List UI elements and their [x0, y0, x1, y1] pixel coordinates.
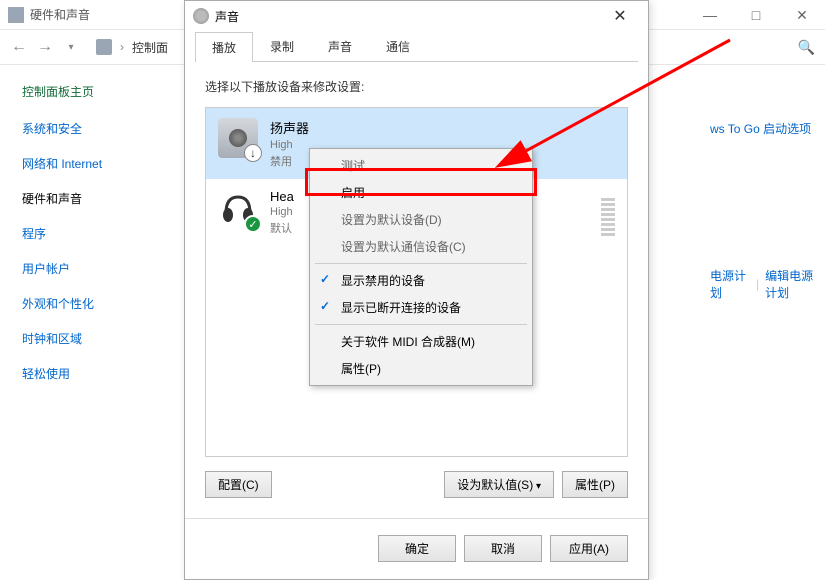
level-meter: [601, 189, 615, 236]
instruction-text: 选择以下播放设备来修改设置:: [205, 78, 628, 95]
separator: [315, 324, 527, 325]
dialog-title: 声音: [215, 8, 239, 25]
disabled-badge-icon: ↓: [244, 144, 262, 162]
device-status: 默认: [270, 220, 294, 236]
link-wtg[interactable]: ws To Go 启动选项: [710, 120, 825, 137]
device-name: Hea: [270, 189, 294, 204]
tab-recording[interactable]: 录制: [253, 31, 311, 61]
dialog-titlebar: 声音 ✕: [185, 1, 648, 31]
ctx-show-disabled[interactable]: 显示禁用的设备: [313, 267, 529, 294]
device-driver: High: [270, 139, 309, 151]
control-panel-icon: [8, 7, 24, 23]
ctx-set-default[interactable]: 设置为默认设备(D): [313, 206, 529, 233]
sidebar-item-3[interactable]: 程序: [22, 225, 160, 242]
separator: |: [756, 277, 759, 291]
tab-sounds[interactable]: 声音: [311, 31, 369, 61]
breadcrumb-icon: [96, 39, 112, 55]
breadcrumb-text[interactable]: 控制面: [132, 39, 168, 56]
headphone-icon: ✓: [218, 189, 258, 229]
link-power-plan[interactable]: 电源计划: [710, 267, 750, 301]
ctx-show-disconnected[interactable]: 显示已断开连接的设备: [313, 294, 529, 321]
separator: [315, 263, 527, 264]
properties-button[interactable]: 属性(P): [562, 471, 628, 498]
context-menu: 测试 启用 设置为默认设备(D) 设置为默认通信设备(C) 显示禁用的设备 显示…: [309, 148, 533, 386]
device-name: 扬声器: [270, 118, 309, 137]
sidebar-item-5[interactable]: 外观和个性化: [22, 295, 160, 312]
sidebar-item-0[interactable]: 系统和安全: [22, 120, 160, 137]
sidebar-item-7[interactable]: 轻松使用: [22, 365, 160, 382]
tab-communications[interactable]: 通信: [369, 31, 427, 61]
configure-button[interactable]: 配置(C): [205, 471, 272, 498]
ctx-test[interactable]: 测试: [313, 152, 529, 179]
tabs: 播放 录制 声音 通信: [195, 31, 638, 62]
forward-button[interactable]: →: [36, 38, 54, 56]
sidebar-home[interactable]: 控制面板主页: [22, 83, 160, 100]
device-driver: High: [270, 206, 294, 218]
sound-icon: [193, 8, 209, 24]
sidebar-item-6[interactable]: 时钟和区域: [22, 330, 160, 347]
breadcrumb-sep: ›: [120, 40, 124, 54]
device-status: 禁用: [270, 153, 309, 169]
apply-button[interactable]: 应用(A): [550, 535, 628, 562]
maximize-button[interactable]: □: [733, 0, 779, 30]
speaker-icon: ↓: [218, 118, 258, 158]
ctx-enable[interactable]: 启用: [313, 179, 529, 206]
default-badge-icon: ✓: [244, 215, 262, 233]
sidebar-item-4[interactable]: 用户帐户: [22, 260, 160, 277]
set-default-button[interactable]: 设为默认值(S): [444, 471, 554, 498]
ok-button[interactable]: 确定: [378, 535, 456, 562]
ctx-set-default-comm[interactable]: 设置为默认通信设备(C): [313, 233, 529, 260]
minimize-button[interactable]: —: [687, 0, 733, 30]
search-icon[interactable]: 🔍: [798, 39, 815, 56]
ctx-properties[interactable]: 属性(P): [313, 355, 529, 382]
close-button[interactable]: ✕: [779, 0, 825, 30]
sidebar-item-2[interactable]: 硬件和声音: [22, 190, 160, 207]
dialog-close-button[interactable]: ✕: [600, 6, 640, 26]
dropdown-icon[interactable]: ▾: [62, 42, 80, 53]
window-controls: — □ ✕: [687, 0, 825, 30]
link-edit-power-plan[interactable]: 编辑电源计划: [765, 267, 825, 301]
tab-playback[interactable]: 播放: [195, 32, 253, 62]
sidebar: 控制面板主页 系统和安全 网络和 Internet 硬件和声音 程序 用户帐户 …: [0, 65, 160, 580]
back-button[interactable]: ←: [10, 38, 28, 56]
bg-title: 硬件和声音: [30, 6, 90, 23]
cancel-button[interactable]: 取消: [464, 535, 542, 562]
ctx-about-midi[interactable]: 关于软件 MIDI 合成器(M): [313, 328, 529, 355]
sidebar-item-1[interactable]: 网络和 Internet: [22, 155, 160, 172]
